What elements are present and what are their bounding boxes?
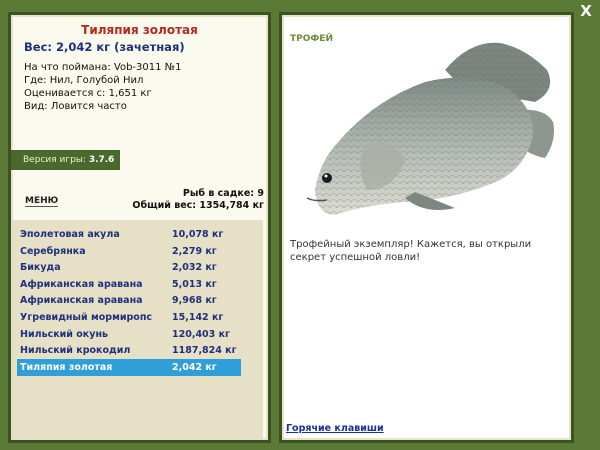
- kind-line: Вид: Ловится часто: [24, 101, 127, 112]
- version-bar: Версия игры: 3.7.6: [11, 150, 120, 170]
- catch-name: Африканская аравана: [20, 278, 143, 290]
- catch-row[interactable]: Угревидный мормиропс 15,142 кг: [17, 309, 241, 326]
- bait-line: На что поймана: Vob-3011 №1: [24, 62, 182, 73]
- catch-name: Тиляпия золотая: [20, 361, 113, 373]
- catch-weight: 9,968 кг: [172, 295, 217, 307]
- catch-weight: 2,042 кг: [172, 361, 217, 373]
- value-line: Оценивается с: 1,651 кг: [24, 88, 152, 99]
- catch-weight: 10,078 кг: [172, 229, 224, 240]
- version-value: 3.7.6: [88, 155, 115, 165]
- catch-weight: 2,279 кг: [172, 245, 217, 257]
- catch-weight: 1187,824 кг: [172, 345, 237, 357]
- fish-title: Тиляпия золотая: [81, 23, 198, 37]
- place-line: Где: Нил, Голубой Нил: [24, 75, 144, 86]
- catch-row[interactable]: Африканская аравана 5,013 кг: [17, 276, 241, 293]
- catch-weight: 5,013 кг: [172, 278, 217, 290]
- close-button[interactable]: X: [579, 4, 593, 19]
- catch-name: Бикуда: [20, 262, 61, 274]
- catch-row[interactable]: Нильский окунь 120,403 кг: [17, 326, 241, 343]
- keep-stats: Рыб в садке: 9 Общий вес: 1354,784 кг: [132, 188, 264, 212]
- fish-details: На что поймана: Vob-3011 №1 Где: Нил, Го…: [24, 61, 181, 113]
- catch-weight: 120,403 кг: [172, 328, 230, 340]
- catch-name: Нильский крокодил: [20, 345, 131, 357]
- catch-list: Эполетовая акула 10,078 кг Серебрянка 2,279…: [11, 220, 263, 440]
- catch-name: Нильский окунь: [20, 328, 109, 340]
- catch-name: Угревидный мормиропс: [20, 312, 153, 323]
- catch-weight: 15,142 кг: [172, 312, 224, 323]
- fish-weight: Вес: 2,042 кг (зачетная): [24, 40, 185, 54]
- trophy-text: Трофейный экземпляр! Кажется, вы открыли…: [290, 239, 532, 263]
- catch-row[interactable]: Бикуда 2,032 кг: [17, 259, 241, 276]
- catch-name: Эполетовая акула: [20, 229, 120, 240]
- catch-weight: 2,032 кг: [172, 262, 217, 274]
- catch-name: Серебрянка: [20, 245, 86, 257]
- catch-row[interactable]: Эполетовая акула 10,078 кг: [17, 226, 241, 243]
- catch-row[interactable]: Тиляпия золотая 2,042 кг: [17, 358, 241, 376]
- catch-row[interactable]: Серебрянка 2,279 кг: [17, 243, 241, 260]
- fish-image: [306, 42, 554, 215]
- total-weight: Общий вес: 1354,784 кг: [132, 200, 264, 211]
- menu-button[interactable]: МЕНЮ: [25, 196, 59, 207]
- catch-row[interactable]: Нильский крокодил 1187,824 кг: [17, 342, 241, 359]
- fish-count: Рыб в садке: 9: [182, 188, 264, 199]
- hotkeys-link[interactable]: Горячие клавиши: [286, 423, 384, 434]
- version-label: Версия игры:: [23, 155, 86, 165]
- catch-row[interactable]: Африканская аравана 9,968 кг: [17, 292, 241, 309]
- catch-name: Африканская аравана: [20, 295, 143, 307]
